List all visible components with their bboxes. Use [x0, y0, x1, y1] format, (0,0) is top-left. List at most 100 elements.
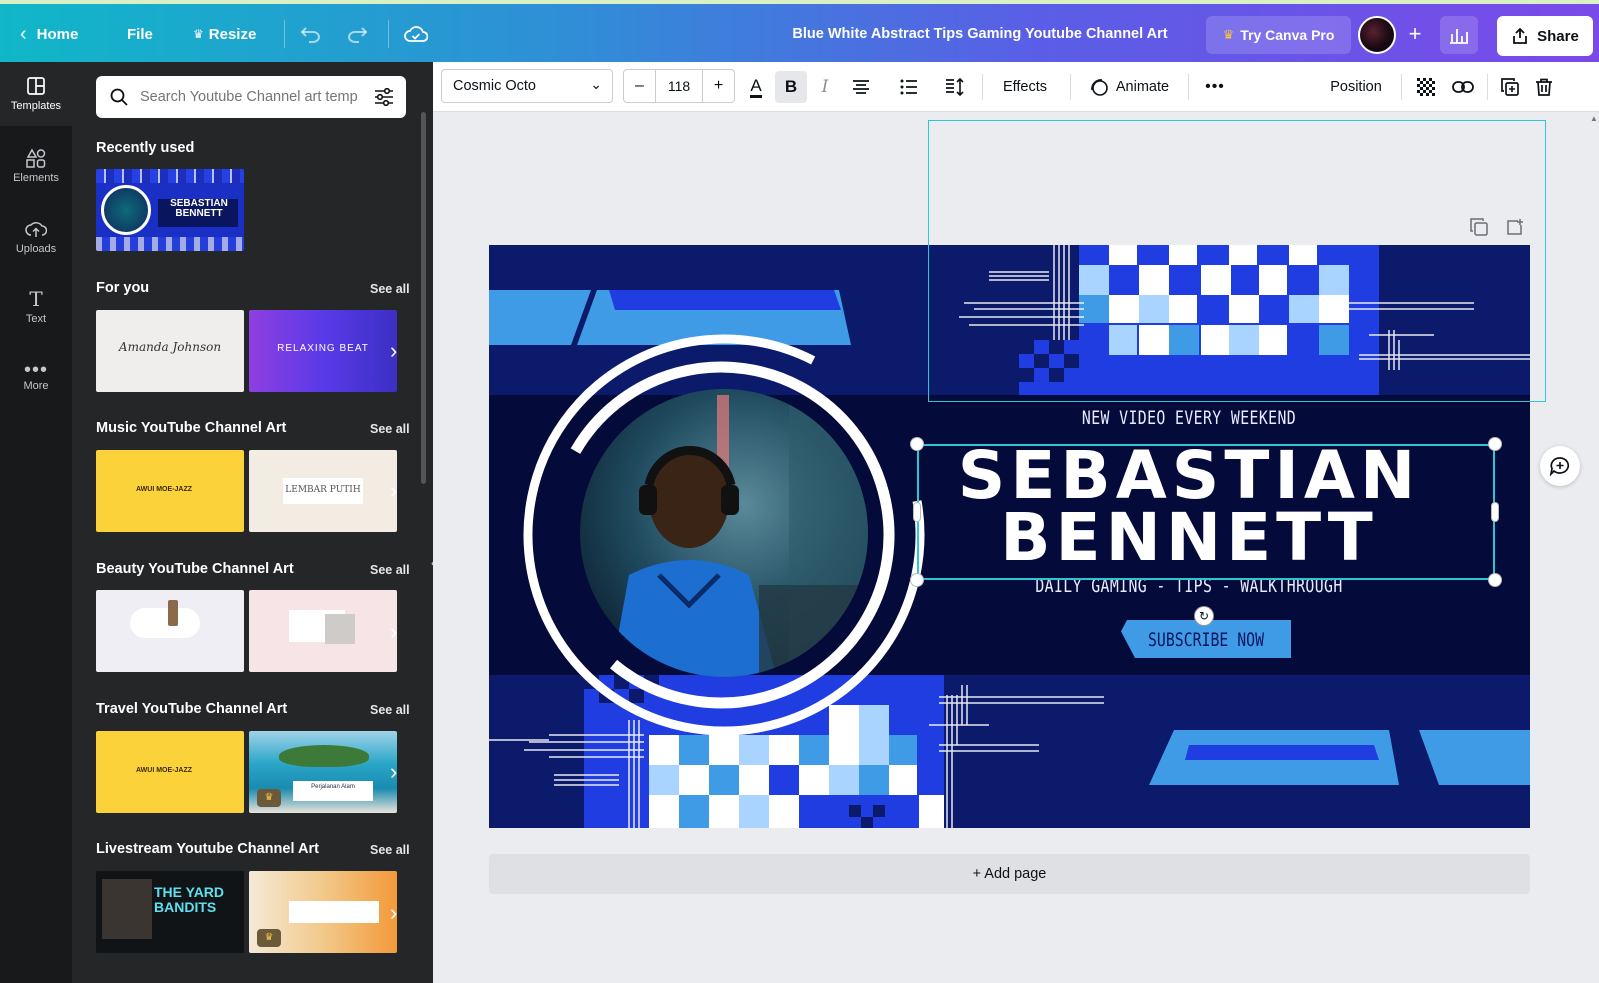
see-all-link[interactable]: See all	[370, 422, 410, 436]
duplicate-icon	[1501, 78, 1519, 96]
decrease-size-button[interactable]: –	[624, 70, 656, 102]
duplicate-button[interactable]	[1497, 71, 1523, 103]
template-search[interactable]	[96, 76, 406, 118]
rail-label: More	[23, 380, 49, 392]
thumb-text: Amanda Johnson	[118, 340, 222, 354]
align-center-icon	[853, 80, 869, 94]
font-family-select[interactable]: Cosmic Octo ⌄	[441, 69, 613, 103]
chevron-right-icon[interactable]: ›	[390, 336, 412, 366]
spacing-button[interactable]	[941, 71, 969, 103]
resize-handle-top-right[interactable]	[1489, 438, 1501, 450]
user-avatar[interactable]	[1358, 16, 1396, 54]
resize-handle-top-left[interactable]	[911, 438, 923, 450]
transparency-button[interactable]	[1413, 71, 1439, 103]
see-all-link[interactable]: See all	[370, 563, 410, 577]
side-rail: Templates Elements Uploads T Text ••• Mo…	[0, 62, 72, 983]
crown-icon: ♛	[1222, 27, 1235, 42]
animate-label: Animate	[1115, 79, 1170, 95]
text-color-button[interactable]: A	[742, 71, 770, 103]
templates-icon	[27, 77, 45, 95]
subscribe-cta[interactable]: SUBSCRIBE NOW	[1121, 620, 1291, 658]
see-all-link[interactable]: See all	[370, 843, 410, 857]
chevron-right-icon[interactable]: ›	[390, 757, 412, 787]
template-thumb[interactable]: LEMBAR PUTIH	[249, 450, 397, 532]
try-pro-label: Try Canva Pro	[1240, 27, 1335, 43]
text-selection-box[interactable]	[917, 444, 1495, 580]
panel-scrollbar[interactable]	[421, 112, 426, 484]
rail-item-more[interactable]: ••• More	[0, 346, 72, 410]
resize-handle-bottom-left[interactable]	[911, 574, 923, 586]
rail-label: Templates	[10, 100, 62, 112]
rail-item-uploads[interactable]: Uploads	[0, 205, 72, 269]
delete-button[interactable]	[1531, 71, 1557, 103]
chevron-left-icon: ‹	[20, 22, 27, 45]
animate-icon	[1091, 79, 1108, 96]
save-status-button[interactable]	[404, 18, 432, 50]
template-thumb[interactable]: ♛	[249, 871, 397, 953]
trash-icon	[1536, 78, 1552, 96]
insights-button[interactable]	[1440, 16, 1478, 54]
bold-button[interactable]: B	[775, 71, 807, 103]
effects-button[interactable]: Effects	[993, 71, 1057, 103]
chevron-right-icon[interactable]: ›	[390, 476, 412, 506]
template-thumb[interactable]	[249, 590, 397, 672]
template-thumb[interactable]: Amanda Johnson	[96, 310, 244, 392]
see-all-link[interactable]: See all	[370, 282, 410, 296]
undo-icon	[300, 27, 320, 43]
more-options-button[interactable]: •••	[1201, 71, 1229, 103]
resize-button[interactable]: ♛ Resize	[193, 18, 256, 50]
font-size-input[interactable]: 118	[656, 70, 702, 102]
share-button[interactable]: Share	[1497, 16, 1593, 56]
chevron-down-icon: ⌄	[590, 76, 602, 92]
rail-item-text[interactable]: T Text	[0, 275, 72, 339]
canvas-scrollbar[interactable]: ▲	[1590, 112, 1599, 983]
file-menu-button[interactable]: File	[127, 18, 153, 50]
align-button[interactable]	[847, 71, 875, 103]
section-title-livestream: Livestream Youtube Channel Art	[96, 841, 319, 857]
elements-icon	[26, 148, 46, 168]
chevron-right-icon[interactable]: ›	[390, 898, 412, 928]
file-label: File	[127, 25, 153, 43]
document-title[interactable]: Blue White Abstract Tips Gaming Youtube …	[770, 26, 1190, 42]
transparency-icon	[1417, 78, 1435, 96]
search-input[interactable]	[140, 86, 368, 108]
undo-button[interactable]	[300, 18, 324, 50]
resize-handle-left[interactable]	[914, 503, 920, 521]
chevron-right-icon[interactable]: ›	[390, 617, 412, 647]
template-thumb[interactable]: AWUI MOE-JAZZ	[96, 450, 244, 532]
home-label: Home	[36, 25, 79, 43]
bar-chart-icon	[1450, 29, 1468, 44]
list-button[interactable]	[895, 71, 923, 103]
divider	[1401, 74, 1402, 100]
more-icon: •••	[1205, 78, 1225, 95]
increase-size-button[interactable]: +	[702, 70, 734, 102]
resize-handle-bottom-right[interactable]	[1489, 574, 1501, 586]
template-thumb-recent[interactable]: SEBASTIAN BENNETT	[96, 169, 244, 251]
resize-handle-right[interactable]	[1492, 503, 1498, 521]
add-comment-button[interactable]	[1540, 446, 1580, 486]
recently-used-title: Recently used	[96, 140, 195, 156]
template-thumb[interactable]: RELAXING BEAT	[249, 310, 397, 392]
rotate-handle[interactable]: ↻	[1195, 607, 1213, 625]
filter-icon[interactable]	[374, 88, 394, 106]
divider	[284, 20, 285, 48]
link-button[interactable]	[1449, 71, 1477, 103]
tagline-top[interactable]: NEW VIDEO EVERY WEEKEND	[971, 407, 1408, 429]
rail-item-templates[interactable]: Templates	[0, 62, 72, 126]
animate-button[interactable]: Animate	[1083, 71, 1175, 103]
template-thumb[interactable]: THE YARD BANDITS	[96, 871, 244, 953]
try-canva-pro-button[interactable]: ♛ Try Canva Pro	[1206, 16, 1351, 54]
add-page-button[interactable]: + Add page	[489, 854, 1530, 894]
invite-plus-icon[interactable]: +	[1402, 22, 1428, 48]
position-button[interactable]: Position	[1321, 71, 1391, 103]
template-thumb[interactable]	[96, 590, 244, 672]
template-thumb[interactable]: AWUI MOE-JAZZ	[96, 731, 244, 813]
see-all-link[interactable]: See all	[370, 703, 410, 717]
rail-item-elements[interactable]: Elements	[0, 134, 72, 198]
divider	[388, 20, 389, 48]
italic-button[interactable]: I	[811, 71, 839, 103]
template-thumb[interactable]: Perjalanan Alam ♛	[249, 731, 397, 813]
cloud-check-icon	[404, 26, 428, 42]
redo-button[interactable]	[346, 18, 370, 50]
home-button[interactable]: ‹ Home	[20, 18, 78, 50]
